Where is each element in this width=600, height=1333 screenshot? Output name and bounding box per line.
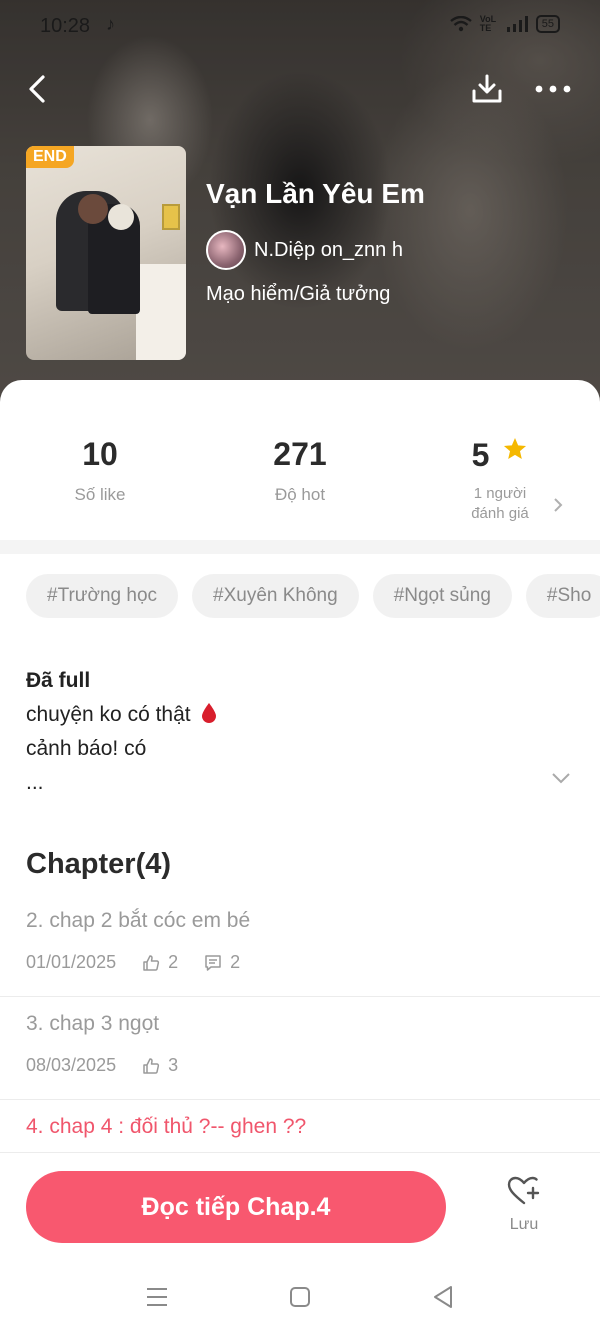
save-button[interactable]: Lưu	[494, 1175, 554, 1234]
story-genre: Mạo hiểm/Giả tưởng	[206, 283, 391, 305]
rating-label: 1 người đánh giá	[400, 484, 600, 524]
tag-chip[interactable]: #Trường học	[26, 574, 179, 618]
thumbs-up-icon	[143, 954, 160, 971]
system-navigation-bar	[0, 1262, 600, 1333]
tag-list: #Trường học #Xuyên Không #Ngọt sủng #Sho	[26, 574, 600, 618]
chevron-left-icon	[29, 75, 45, 103]
stat-likes: 10 Số like	[0, 436, 200, 505]
menu-lines-icon	[147, 1288, 167, 1306]
rating-value: 5	[471, 437, 490, 473]
chapter-date: 01/01/2025	[26, 952, 117, 972]
status-time: 10:28	[40, 15, 91, 37]
more-options-button[interactable]	[530, 66, 576, 112]
chapter-item[interactable]: 2. chap 2 bắt cóc em bé 01/01/2025 2 2	[0, 894, 600, 997]
signal-icon	[506, 16, 528, 32]
stats-section: 10 Số like 271 Độ hot 5 1 người đánh giá	[0, 380, 600, 540]
description-line: chuyện ko có thật	[26, 698, 566, 732]
chapter-title: 4. chap 4 : đối thủ ?-- ghen ??	[26, 1115, 307, 1138]
blood-drop-icon	[202, 703, 217, 723]
back-button[interactable]	[14, 66, 60, 112]
chapter-list-heading: Chapter(4)	[26, 848, 172, 880]
download-icon	[472, 74, 502, 103]
tag-chip[interactable]: #Xuyên Không	[192, 574, 359, 618]
author-name[interactable]: N.Diệp on_znn h	[254, 239, 403, 262]
chevron-right-icon[interactable]	[552, 496, 564, 514]
chapter-likes: 2	[168, 952, 179, 972]
description-status: Đã full	[26, 669, 91, 692]
star-icon	[504, 437, 527, 459]
battery-indicator: 55	[535, 15, 560, 33]
tag-chip[interactable]: #Ngọt sủng	[372, 574, 512, 618]
section-divider	[0, 540, 600, 554]
wifi-icon	[450, 16, 472, 32]
hot-label: Độ hot	[274, 485, 326, 504]
likes-count: 10	[82, 436, 118, 472]
status-icons: VoLTE 55	[450, 15, 560, 33]
stat-rating[interactable]: 5 1 người đánh giá	[400, 436, 600, 524]
end-badge: END	[26, 146, 74, 168]
cover-art-head	[78, 194, 108, 224]
author-avatar[interactable]	[206, 230, 246, 270]
chapter-item[interactable]: 3. chap 3 ngọt 08/03/2025 3	[0, 997, 600, 1100]
story-description[interactable]: Đã full chuyện ko có thật cảnh báo! có .…	[26, 664, 566, 800]
hot-count: 271	[273, 436, 327, 472]
comment-icon	[205, 954, 221, 971]
author-row[interactable]: N.Diệp on_znn h	[206, 230, 403, 270]
square-icon	[290, 1287, 310, 1307]
triangle-back-icon	[434, 1286, 452, 1308]
volte-label: VoLTE	[479, 14, 497, 33]
story-title: Vạn Lần Yêu Em	[206, 178, 425, 209]
rating-suffix-label: đánh giá	[471, 505, 529, 522]
chapter-comments: 2	[230, 952, 241, 972]
stat-hot: 271 Độ hot	[200, 436, 400, 505]
home-button[interactable]	[285, 1282, 315, 1312]
tiktok-icon: ♪	[106, 14, 115, 34]
heart-plus-icon	[507, 1176, 540, 1205]
chapter-title: 2. chap 2 bắt cóc em bé	[26, 909, 251, 932]
chapter-title: 3. chap 3 ngọt	[26, 1012, 160, 1035]
system-back-button[interactable]	[428, 1282, 458, 1312]
chapter-likes: 3	[168, 1055, 179, 1075]
cover-art-frame	[162, 204, 180, 230]
download-button[interactable]	[464, 66, 510, 112]
cover-art-shelf	[136, 264, 186, 360]
recent-apps-button[interactable]	[142, 1282, 172, 1312]
chapter-date: 08/03/2025	[26, 1055, 117, 1075]
expand-description-icon[interactable]	[551, 772, 571, 784]
more-dots-icon	[535, 85, 571, 93]
description-line: cảnh báo! có	[26, 737, 147, 760]
chapter-meta: 01/01/2025 2 2	[26, 952, 240, 973]
save-label: Lưu	[509, 1216, 539, 1233]
description-ellipsis: ...	[26, 771, 44, 794]
bottom-action-bar: Đọc tiếp Chap.4 Lưu	[0, 1152, 600, 1262]
thumbs-up-icon	[143, 1057, 160, 1074]
likes-label: Số like	[74, 485, 126, 504]
tag-chip[interactable]: #Sho	[525, 574, 600, 618]
rating-value-row: 5	[400, 436, 600, 474]
rating-count-label: 1 người	[473, 485, 527, 502]
cover-art-head	[108, 204, 134, 230]
story-cover-image[interactable]	[26, 146, 186, 360]
chapter-meta: 08/03/2025 3	[26, 1055, 178, 1076]
status-bar: 10:28 ♪ VoLTE 55	[0, 0, 600, 54]
continue-reading-button[interactable]: Đọc tiếp Chap.4	[26, 1171, 446, 1243]
